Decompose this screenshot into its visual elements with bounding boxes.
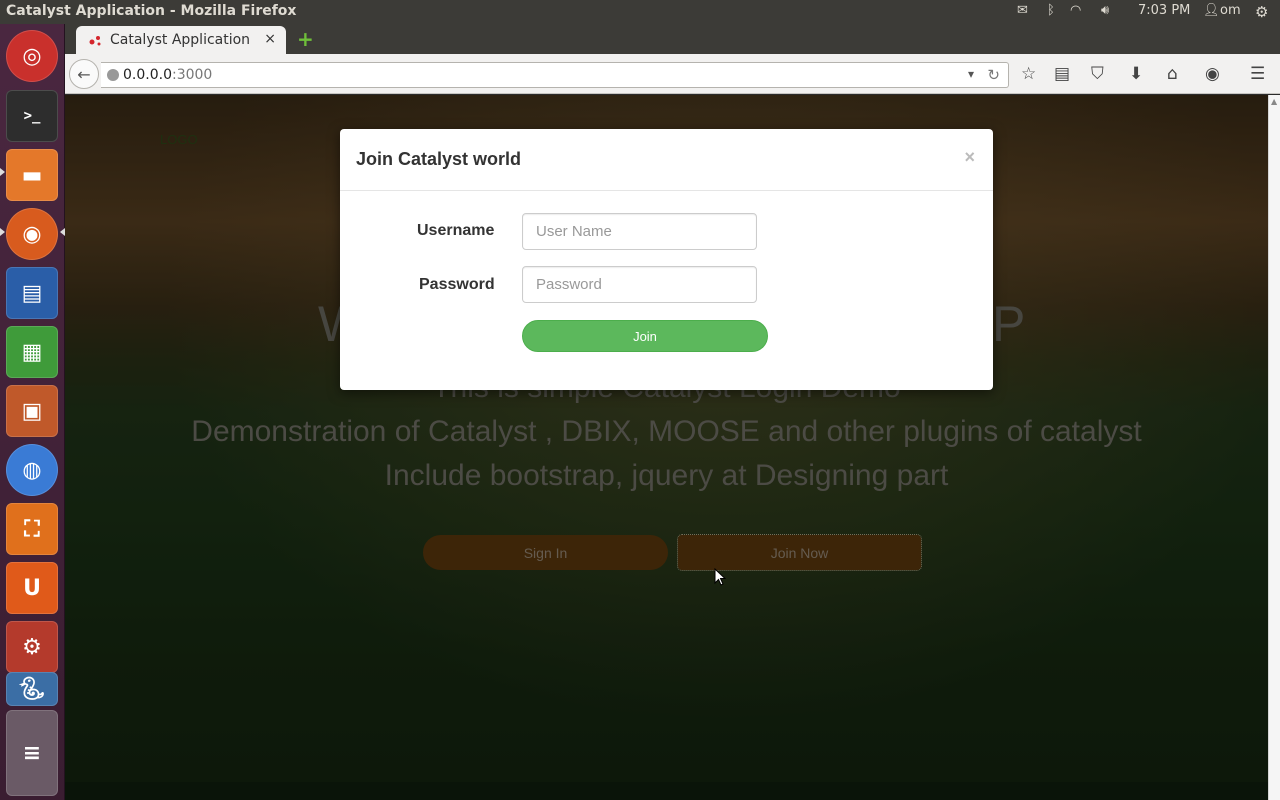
join-modal: Join Catalyst world × Username Password … bbox=[340, 129, 993, 390]
page-viewport: LOGO WP This is simple Catalyst Login De… bbox=[65, 95, 1268, 800]
launcher: ◎ >_ ▬ ◉ ▤ ▦ ▣ ◍ ⛶ U ⚙ 🐍︎ ≡ bbox=[0, 24, 65, 800]
modal-close-icon[interactable]: × bbox=[964, 147, 975, 168]
join-button[interactable]: Join bbox=[522, 320, 768, 352]
menu-icon[interactable]: ☰ bbox=[1250, 64, 1265, 84]
tab-bar: Catalyst Application × + bbox=[65, 24, 1280, 54]
url-history-dropdown-icon[interactable]: ▾ bbox=[968, 67, 974, 81]
vertical-scrollbar[interactable]: ▲ bbox=[1268, 95, 1280, 800]
settings-gear-icon[interactable]: ⚙ bbox=[1255, 3, 1268, 21]
url-text[interactable]: 0.0.0.0:3000 bbox=[123, 67, 212, 83]
chromium-icon[interactable]: ◍ bbox=[6, 444, 58, 496]
password-label: Password bbox=[419, 276, 495, 293]
mail-icon[interactable]: ✉ bbox=[1017, 3, 1028, 18]
running-indicator bbox=[0, 228, 5, 236]
window-title: Catalyst Application - Mozilla Firefox bbox=[6, 3, 297, 19]
libreoffice-writer-icon[interactable]: ▤ bbox=[6, 267, 58, 319]
username-input[interactable] bbox=[522, 213, 757, 250]
url-port: :3000 bbox=[171, 67, 213, 83]
clock[interactable]: 7:03 PM bbox=[1138, 3, 1190, 18]
running-indicator bbox=[0, 168, 5, 176]
reading-list-icon[interactable]: ▤ bbox=[1054, 64, 1070, 84]
url-host: 0.0.0.0 bbox=[123, 67, 172, 83]
mouse-cursor-icon bbox=[714, 568, 726, 586]
top-panel: Catalyst Application - Mozilla Firefox ✉… bbox=[0, 0, 1280, 24]
bluetooth-icon[interactable]: ᛒ bbox=[1047, 3, 1055, 18]
software-center-icon[interactable]: ⛶ bbox=[6, 503, 58, 555]
user-icon[interactable]: 👤︎ bbox=[1203, 3, 1220, 18]
volume-icon[interactable]: 🔊︎ bbox=[1101, 3, 1109, 18]
chat-icon[interactable]: ◉ bbox=[1205, 64, 1220, 84]
back-button[interactable]: ← bbox=[69, 59, 99, 89]
modal-title: Join Catalyst world bbox=[356, 149, 522, 169]
wifi-icon[interactable]: ◠ bbox=[1070, 3, 1081, 18]
system-settings-icon[interactable]: ⚙ bbox=[6, 621, 58, 673]
scroll-up-icon[interactable]: ▲ bbox=[1271, 97, 1277, 106]
terminal-icon[interactable]: >_ bbox=[6, 90, 58, 142]
pocket-icon[interactable]: ⛉ bbox=[1091, 64, 1104, 84]
nav-bar: ← 0.0.0.0:3000 ▾ ↻ ☆ ▤ ⛉ ⬇ ⌂ ◉ ☰ bbox=[65, 54, 1280, 94]
tab-close-icon[interactable]: × bbox=[264, 31, 276, 47]
firefox-icon[interactable]: ◉ bbox=[6, 208, 58, 260]
libreoffice-impress-icon[interactable]: ▣ bbox=[6, 385, 58, 437]
url-bar[interactable]: 0.0.0.0:3000 ▾ ↻ bbox=[101, 62, 1009, 88]
modal-header: Join Catalyst world × bbox=[340, 129, 993, 191]
catalyst-favicon-icon bbox=[89, 36, 101, 46]
new-tab-button[interactable]: + bbox=[297, 29, 314, 49]
reload-icon[interactable]: ↻ bbox=[987, 66, 1000, 84]
files-icon[interactable]: ▬ bbox=[6, 149, 58, 201]
bookmark-star-icon[interactable]: ☆ bbox=[1021, 64, 1036, 84]
tab-label: Catalyst Application bbox=[110, 32, 251, 48]
ubuntu-dash-icon[interactable]: ◎ bbox=[6, 30, 58, 82]
download-icon[interactable]: ⬇ bbox=[1129, 64, 1143, 84]
password-input[interactable] bbox=[522, 266, 757, 303]
ubuntu-one-icon[interactable]: U bbox=[6, 562, 58, 614]
site-info-icon[interactable] bbox=[107, 69, 119, 81]
libreoffice-calc-icon[interactable]: ▦ bbox=[6, 326, 58, 378]
username-label: Username bbox=[417, 222, 495, 239]
user-name[interactable]: om bbox=[1220, 3, 1241, 18]
home-icon[interactable]: ⌂ bbox=[1167, 64, 1178, 84]
launcher-overflow-icons[interactable]: ≡ bbox=[6, 710, 58, 796]
back-arrow-icon: ← bbox=[77, 64, 91, 84]
python-icon[interactable]: 🐍︎ bbox=[6, 672, 58, 706]
tab-catalyst-application[interactable]: Catalyst Application × bbox=[76, 26, 286, 54]
